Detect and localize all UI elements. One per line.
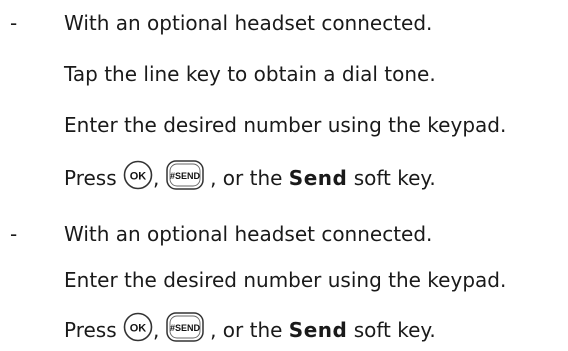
send-soft-key-label: Send — [288, 318, 348, 342]
press-sep2: , or the — [210, 166, 283, 190]
press-prefix: Press — [64, 318, 117, 342]
section-heading: With an optional headset connected. — [64, 222, 433, 246]
ok-key-icon: OK — [123, 312, 153, 347]
send-soft-key-label: Send — [288, 166, 348, 190]
ok-key-icon: OK — [123, 160, 153, 195]
press-suffix: soft key. — [353, 318, 436, 342]
ok-key-label: OK — [130, 323, 147, 335]
press-sep1: , — [153, 318, 160, 342]
press-instruction: Press OK , #SEND , or the Send soft key. — [64, 312, 436, 342]
hash-send-key-icon: #SEND — [165, 160, 204, 195]
press-sep2: , or the — [210, 318, 283, 342]
press-prefix: Press — [64, 166, 117, 190]
section-heading: With an optional headset connected. — [64, 11, 433, 35]
bullet-dash: - — [10, 222, 18, 246]
hash-key-label: #SEND — [170, 171, 201, 181]
press-suffix: soft key. — [353, 166, 436, 190]
press-sep1: , — [153, 166, 160, 190]
press-instruction: Press OK , #SEND , or the Send soft key. — [64, 160, 436, 190]
hash-key-label: #SEND — [170, 323, 201, 333]
step-text: Tap the line key to obtain a dial tone. — [64, 62, 436, 86]
step-text: Enter the desired number using the keypa… — [64, 268, 507, 292]
bullet-dash: - — [10, 11, 18, 35]
hash-send-key-icon: #SEND — [165, 312, 204, 347]
ok-key-label: OK — [130, 171, 147, 183]
step-text: Enter the desired number using the keypa… — [64, 113, 507, 137]
